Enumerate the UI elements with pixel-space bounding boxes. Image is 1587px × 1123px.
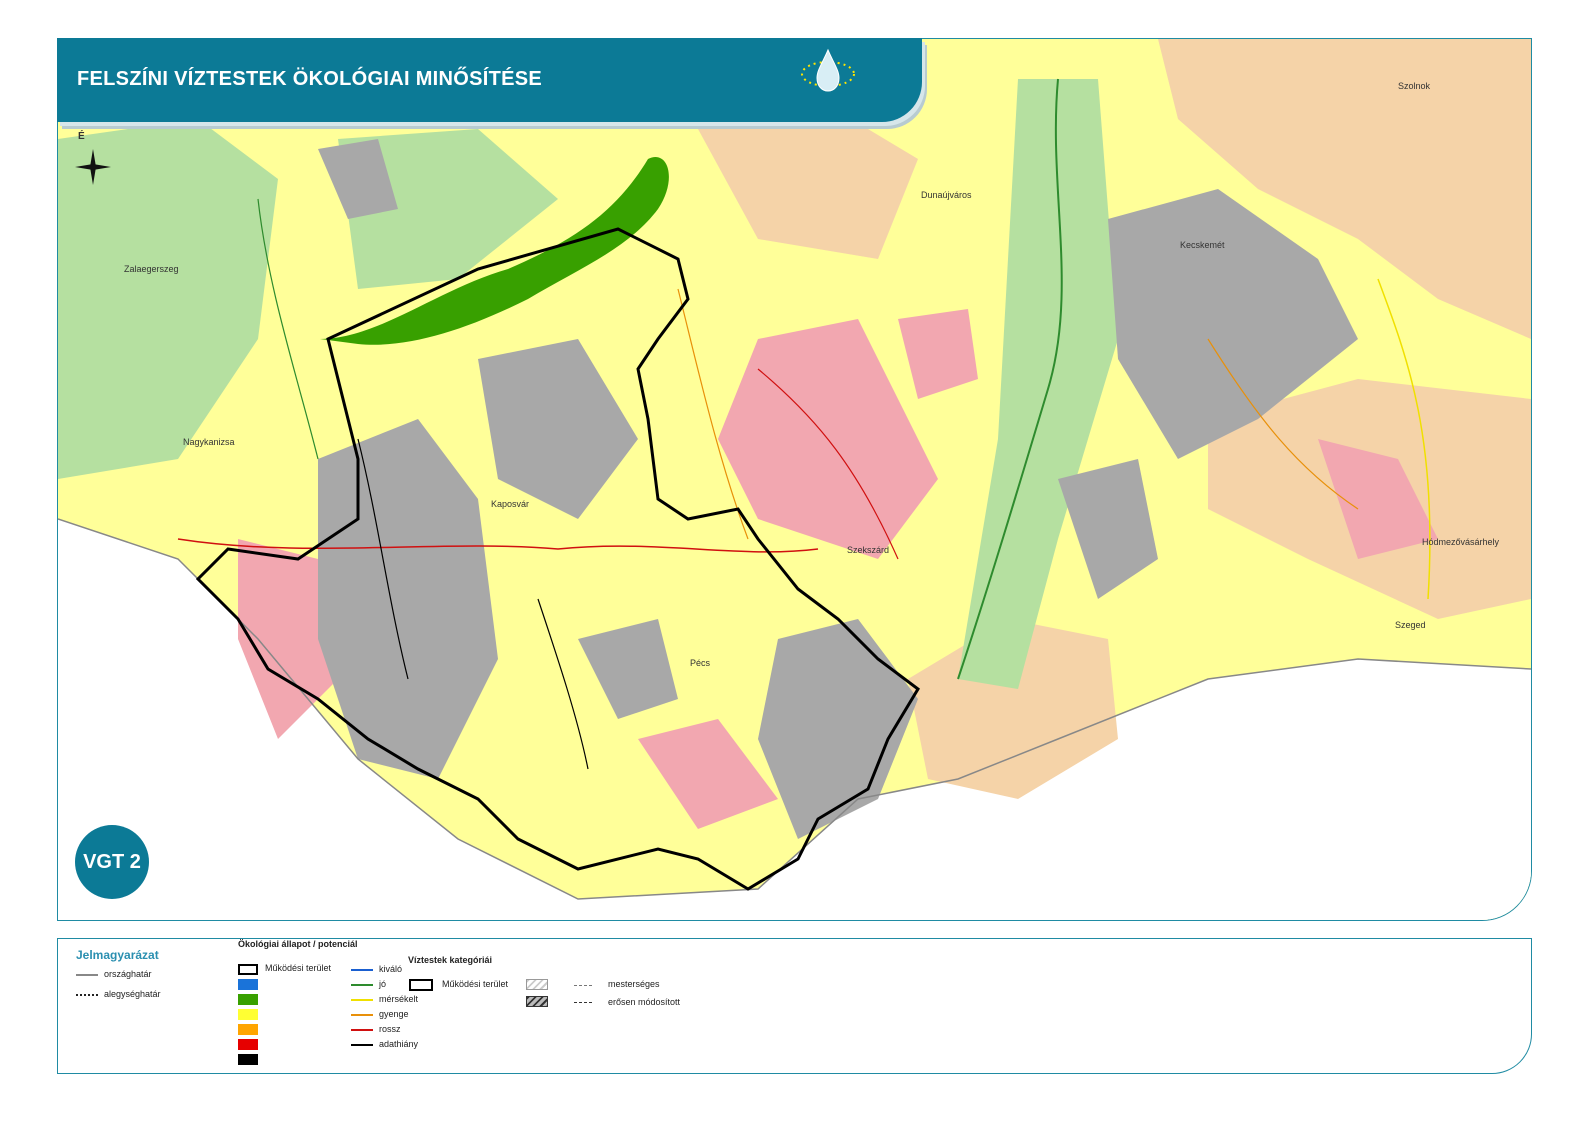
legend-label: gyenge [379,1009,409,1019]
legend-label: rossz [379,1024,401,1034]
legend-swatch [238,979,258,990]
legend-label: Működési terület [265,963,332,973]
legend-category-title: Víztestek kategóriái [408,955,493,965]
legend-swatch-artificial [526,979,548,990]
legend-label: adathiány [379,1039,419,1049]
legend-label: kiváló [379,964,403,974]
legend-title: Jelmagyarázat [76,948,159,962]
legend-label: jó [379,979,387,989]
north-label: É [78,131,85,142]
legend-line [351,1014,373,1016]
vgt-badge: VGT 2 [75,825,149,899]
legend-swatch [238,994,258,1005]
legend-line-artificial [574,985,592,986]
place-label: Szekszárd [847,545,890,555]
legend-swatch-area [238,964,258,975]
place-label: Nagykanizsa [183,437,235,447]
legend-panel: Jelmagyarázat országhatár alegységhatár … [57,938,1532,1074]
place-label: Hódmezővásárhely [1422,537,1500,547]
legend-label: országhatár [104,969,152,979]
legend-swatch [238,1024,258,1035]
legend-line [351,1029,373,1031]
legend-label: mérsékelt [379,994,419,1004]
legend-swatch-heavily-modified [526,996,548,1007]
place-label: Zalaegerszeg [124,264,179,274]
legend-line [351,1044,373,1046]
legend-swatch [238,1039,258,1050]
title-bar: FELSZÍNI VÍZTESTEK ÖKOLÓGIAI MINŐSÍTÉSE [57,38,922,122]
legend-line [351,969,373,971]
legend-line-subunit-border [76,994,98,996]
place-label: Kecskemét [1180,240,1225,250]
page-title: FELSZÍNI VÍZTESTEK ÖKOLÓGIAI MINŐSÍTÉSE [77,68,543,90]
legend-line-heavily-modified [574,1002,592,1003]
place-label: Pécs [690,658,711,668]
legend-swatch [238,1009,258,1020]
map-frame[interactable]: É [57,38,1532,921]
legend-label: mesterséges [608,979,660,989]
water-drop-logo-icon [801,48,855,92]
legend-status-title: Ökológiai állapot / potenciál [238,939,358,949]
legend-label: erősen módosított [608,997,681,1007]
legend-line [351,984,373,986]
legend-line-country-border [76,974,98,976]
legend-label: Működési terület [442,979,509,989]
place-label: Szolnok [1398,81,1431,91]
legend-swatch-category-area [409,979,433,991]
legend-label: alegységhatár [104,989,161,999]
map-canvas [58,39,1531,920]
place-label: Kaposvár [491,499,530,509]
place-label: Szeged [1395,620,1426,630]
legend-line [351,999,373,1001]
legend-swatch [238,1054,258,1065]
place-label: Dunaújváros [921,190,972,200]
